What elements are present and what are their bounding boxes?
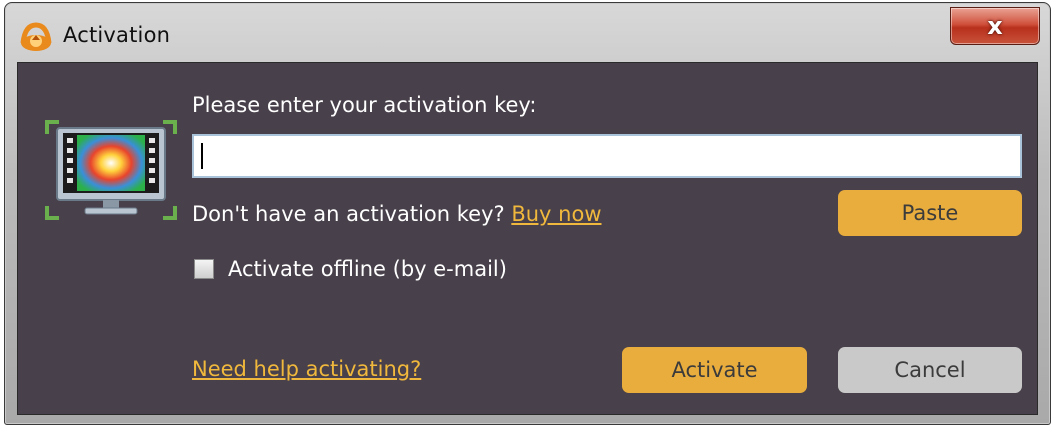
activation-panel: Please enter your activation key: Don't …: [17, 62, 1038, 415]
activation-key-input[interactable]: [192, 134, 1022, 178]
activate-offline-option[interactable]: Activate offline (by e-mail): [194, 256, 507, 282]
close-button[interactable]: x: [950, 7, 1040, 45]
title-bar[interactable]: Activation x: [5, 3, 1050, 61]
paste-button[interactable]: Paste: [838, 190, 1022, 236]
no-key-text: Don't have an activation key?: [192, 202, 505, 226]
activate-offline-label[interactable]: Activate offline (by e-mail): [228, 257, 507, 281]
activate-offline-checkbox[interactable]: [194, 259, 214, 279]
activation-key-prompt: Please enter your activation key:: [192, 93, 537, 117]
help-activating-link[interactable]: Need help activating?: [192, 357, 421, 381]
no-key-row: Don't have an activation key? Buy now: [192, 202, 602, 226]
close-icon: x: [987, 12, 1003, 40]
monitor-filmstrip-icon: [45, 120, 177, 220]
cancel-button[interactable]: Cancel: [838, 347, 1022, 393]
activate-button[interactable]: Activate: [622, 347, 807, 393]
media-player-logo-icon: [20, 22, 52, 51]
activation-window: Activation x Please enter your activatio…: [4, 2, 1051, 425]
text-caret: [201, 143, 203, 169]
window-title: Activation: [63, 23, 171, 47]
buy-now-link[interactable]: Buy now: [511, 202, 601, 226]
